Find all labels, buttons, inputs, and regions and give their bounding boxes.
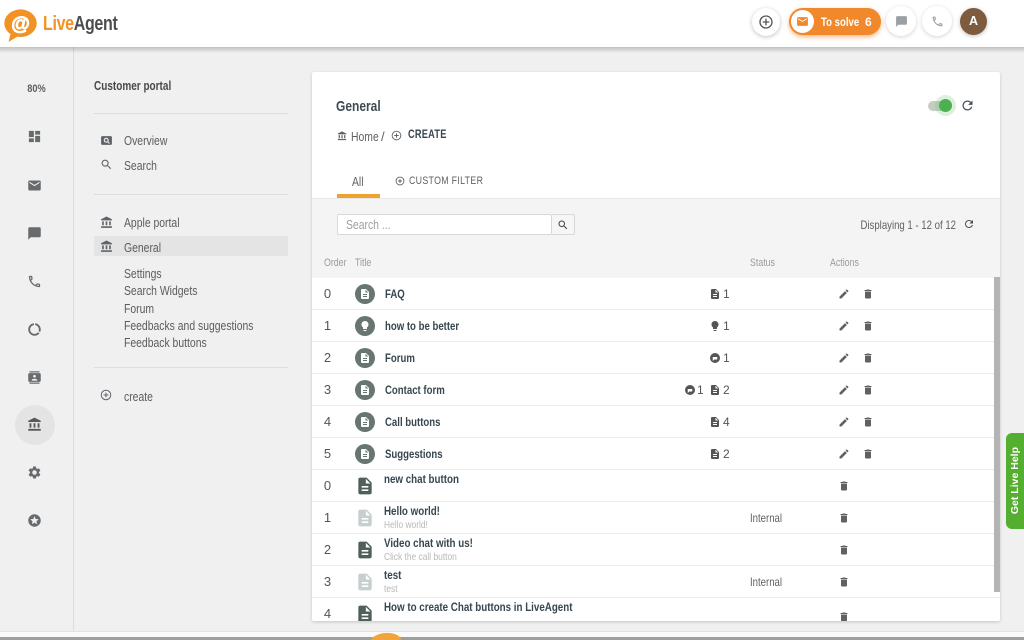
svg-text:@: @ bbox=[11, 14, 30, 35]
